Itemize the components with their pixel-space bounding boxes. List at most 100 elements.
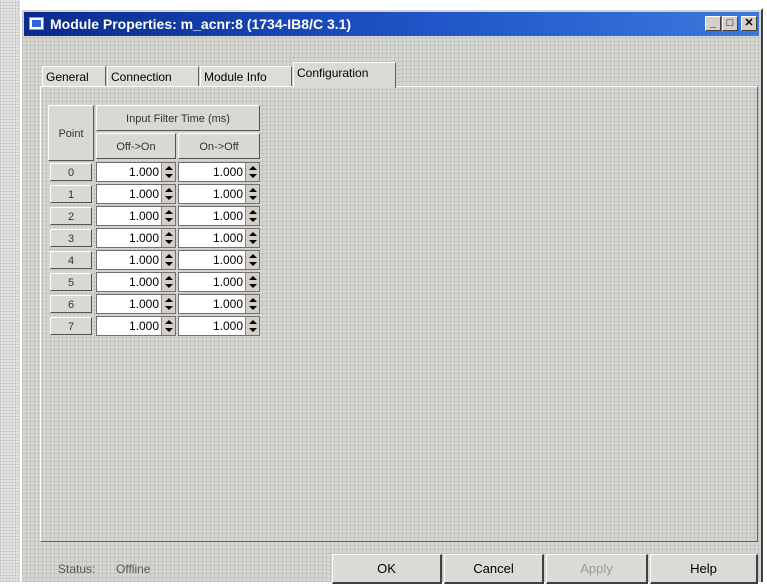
ok-button[interactable]: OK bbox=[332, 554, 442, 584]
on-off-column-header: On->Off bbox=[178, 133, 260, 159]
off-on-spinbox[interactable]: 1.000 bbox=[96, 316, 176, 336]
maximize-button[interactable]: □ bbox=[722, 16, 738, 31]
on-off-spinbox[interactable]: 1.000 bbox=[178, 272, 260, 292]
spin-arrows-icon[interactable] bbox=[161, 295, 175, 313]
spin-up-icon[interactable] bbox=[165, 188, 173, 192]
on-off-value[interactable]: 1.000 bbox=[213, 317, 243, 335]
spin-arrows-icon[interactable] bbox=[161, 273, 175, 291]
spin-down-icon[interactable] bbox=[249, 262, 257, 266]
close-button[interactable]: ✕ bbox=[741, 16, 757, 31]
on-off-value[interactable]: 1.000 bbox=[213, 273, 243, 291]
spin-down-icon[interactable] bbox=[249, 328, 257, 332]
minimize-button[interactable]: _ bbox=[705, 16, 721, 31]
on-off-spinbox[interactable]: 1.000 bbox=[178, 294, 260, 314]
cancel-button[interactable]: Cancel bbox=[444, 554, 544, 584]
on-off-value[interactable]: 1.000 bbox=[213, 251, 243, 269]
on-off-spinbox[interactable]: 1.000 bbox=[178, 228, 260, 248]
spin-down-icon[interactable] bbox=[249, 306, 257, 310]
off-on-value[interactable]: 1.000 bbox=[129, 295, 159, 313]
spin-down-icon[interactable] bbox=[249, 218, 257, 222]
spin-down-icon[interactable] bbox=[165, 240, 173, 244]
off-on-value[interactable]: 1.000 bbox=[129, 251, 159, 269]
spin-arrows-icon[interactable] bbox=[245, 185, 259, 203]
spin-up-icon[interactable] bbox=[165, 320, 173, 324]
spin-arrows-icon[interactable] bbox=[245, 251, 259, 269]
off-on-spinbox[interactable]: 1.000 bbox=[96, 272, 176, 292]
spin-down-icon[interactable] bbox=[249, 196, 257, 200]
on-off-spinbox[interactable]: 1.000 bbox=[178, 316, 260, 336]
on-off-value[interactable]: 1.000 bbox=[213, 207, 243, 225]
background-strip bbox=[0, 0, 20, 582]
on-off-spinbox[interactable]: 1.000 bbox=[178, 250, 260, 270]
off-on-spinbox[interactable]: 1.000 bbox=[96, 162, 176, 182]
spin-up-icon[interactable] bbox=[249, 320, 257, 324]
spin-down-icon[interactable] bbox=[165, 218, 173, 222]
off-on-value[interactable]: 1.000 bbox=[129, 273, 159, 291]
point-column-header: Point bbox=[48, 105, 94, 161]
spin-up-icon[interactable] bbox=[249, 210, 257, 214]
spin-down-icon[interactable] bbox=[249, 174, 257, 178]
spin-up-icon[interactable] bbox=[249, 232, 257, 236]
spin-arrows-icon[interactable] bbox=[245, 317, 259, 335]
spin-arrows-icon[interactable] bbox=[245, 273, 259, 291]
spin-arrows-icon[interactable] bbox=[161, 317, 175, 335]
spin-down-icon[interactable] bbox=[165, 262, 173, 266]
spin-arrows-icon[interactable] bbox=[245, 207, 259, 225]
off-on-spinbox[interactable]: 1.000 bbox=[96, 206, 176, 226]
spin-arrows-icon[interactable] bbox=[161, 251, 175, 269]
on-off-value[interactable]: 1.000 bbox=[213, 163, 243, 181]
tab-connection[interactable]: Connection bbox=[107, 66, 199, 86]
window-icon bbox=[29, 17, 44, 30]
spin-arrows-icon[interactable] bbox=[161, 229, 175, 247]
spin-arrows-icon[interactable] bbox=[161, 163, 175, 181]
off-on-spinbox[interactable]: 1.000 bbox=[96, 294, 176, 314]
spin-up-icon[interactable] bbox=[249, 188, 257, 192]
title-bar[interactable]: Module Properties: m_acnr:8 (1734-IB8/C … bbox=[24, 12, 759, 36]
off-on-value[interactable]: 1.000 bbox=[129, 229, 159, 247]
spin-arrows-icon[interactable] bbox=[245, 229, 259, 247]
on-off-value[interactable]: 1.000 bbox=[213, 295, 243, 313]
spin-up-icon[interactable] bbox=[249, 276, 257, 280]
spin-arrows-icon[interactable] bbox=[245, 163, 259, 181]
spin-down-icon[interactable] bbox=[249, 240, 257, 244]
off-on-value[interactable]: 1.000 bbox=[129, 207, 159, 225]
spin-up-icon[interactable] bbox=[249, 254, 257, 258]
off-on-column-header: Off->On bbox=[96, 133, 176, 159]
tab-configuration[interactable]: Configuration bbox=[293, 62, 396, 88]
spin-up-icon[interactable] bbox=[249, 298, 257, 302]
help-button[interactable]: Help bbox=[650, 554, 758, 584]
off-on-value[interactable]: 1.000 bbox=[129, 185, 159, 203]
point-label: 2 bbox=[50, 207, 92, 225]
spin-up-icon[interactable] bbox=[165, 166, 173, 170]
spin-up-icon[interactable] bbox=[165, 232, 173, 236]
on-off-spinbox[interactable]: 1.000 bbox=[178, 206, 260, 226]
spin-up-icon[interactable] bbox=[165, 210, 173, 214]
on-off-spinbox[interactable]: 1.000 bbox=[178, 184, 260, 204]
apply-button[interactable]: Apply bbox=[546, 554, 648, 584]
spin-up-icon[interactable] bbox=[165, 254, 173, 258]
spin-arrows-icon[interactable] bbox=[245, 295, 259, 313]
on-off-value[interactable]: 1.000 bbox=[213, 229, 243, 247]
spin-arrows-icon[interactable] bbox=[161, 207, 175, 225]
on-off-spinbox[interactable]: 1.000 bbox=[178, 162, 260, 182]
off-on-spinbox[interactable]: 1.000 bbox=[96, 184, 176, 204]
status-label: Status: bbox=[58, 562, 96, 576]
spin-down-icon[interactable] bbox=[249, 284, 257, 288]
spin-up-icon[interactable] bbox=[249, 166, 257, 170]
spin-down-icon[interactable] bbox=[165, 306, 173, 310]
spin-arrows-icon[interactable] bbox=[161, 185, 175, 203]
point-label: 7 bbox=[50, 317, 92, 335]
spin-up-icon[interactable] bbox=[165, 276, 173, 280]
off-on-value[interactable]: 1.000 bbox=[129, 163, 159, 181]
spin-down-icon[interactable] bbox=[165, 196, 173, 200]
spin-down-icon[interactable] bbox=[165, 328, 173, 332]
off-on-spinbox[interactable]: 1.000 bbox=[96, 228, 176, 248]
off-on-spinbox[interactable]: 1.000 bbox=[96, 250, 176, 270]
spin-down-icon[interactable] bbox=[165, 174, 173, 178]
off-on-value[interactable]: 1.000 bbox=[129, 317, 159, 335]
on-off-value[interactable]: 1.000 bbox=[213, 185, 243, 203]
spin-up-icon[interactable] bbox=[165, 298, 173, 302]
tab-general[interactable]: General bbox=[42, 66, 106, 86]
tab-module-info[interactable]: Module Info bbox=[200, 66, 292, 86]
spin-down-icon[interactable] bbox=[165, 284, 173, 288]
